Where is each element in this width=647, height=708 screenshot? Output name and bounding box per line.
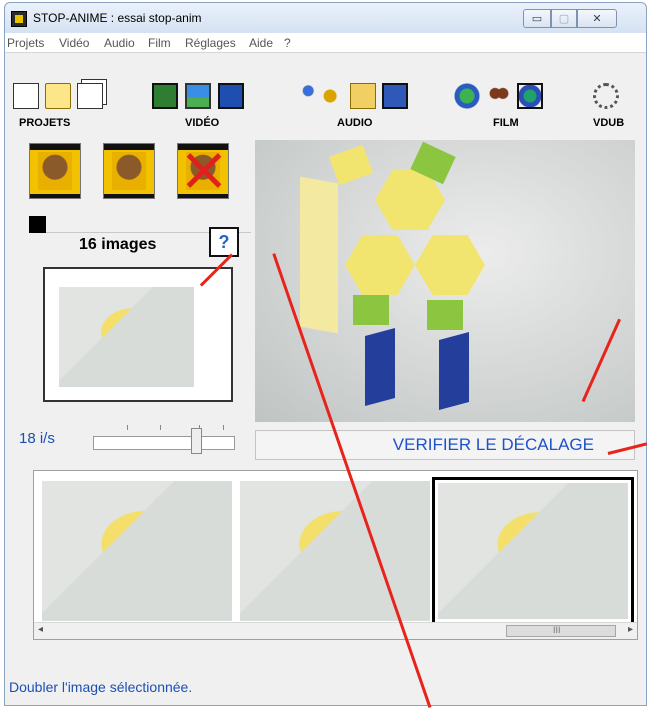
image-count: 16 images [79,236,157,253]
new-doc-icon[interactable] [13,83,39,109]
slider-tick [127,425,128,430]
import-images-button[interactable] [29,143,81,199]
scroll-thumb[interactable]: III [506,625,616,637]
film-frame-icon [38,152,72,190]
preview-thumbnail [59,287,194,387]
gallery-thumbnail[interactable] [42,481,232,621]
color-swatch[interactable] [29,216,46,233]
shape-rhombus-strip [300,176,338,334]
fps-slider-track[interactable] [93,436,235,450]
minimize-button[interactable]: ▭ [523,9,551,28]
gear-icon[interactable] [593,83,619,109]
menu-projets[interactable]: Projets [7,36,44,50]
title-bar: STOP-ANIME : essai stop-anim ▭ ▢ ✕ [5,3,646,33]
scroll-left-icon[interactable]: ◂ [38,624,43,635]
horizontal-scrollbar[interactable]: ◂ III ▸ [34,622,637,639]
toolbar-group-audio: AUDIO [337,117,373,129]
duplicate-image-button[interactable] [103,143,155,199]
close-button[interactable]: ✕ [577,9,617,28]
slider-tick [223,425,224,430]
menu-about[interactable]: ? [284,36,291,50]
gallery-thumbnail-image [438,483,628,619]
speaker-icon[interactable] [321,83,347,109]
sound-panel-icon[interactable] [382,83,408,109]
toolbar: PROJETS VIDÉO AUDIO FILM VDUB [5,53,646,133]
reels-icon[interactable] [486,83,512,109]
selected-preview [43,267,233,402]
toolbar-group-projets: PROJETS [19,117,71,129]
menu-bar: Projets Vidéo Audio Film Réglages Aide ? [5,33,646,53]
app-icon [11,11,27,27]
screen-film-icon[interactable] [218,83,244,109]
menu-audio[interactable]: Audio [104,36,135,50]
shape-tile [353,295,389,325]
globe-film-icon[interactable] [454,83,480,109]
maximize-button[interactable]: ▢ [551,9,577,28]
screen-icon[interactable] [185,83,211,109]
folder-sound-icon[interactable] [350,83,376,109]
fps-label: 18 i/s [19,430,55,447]
main-image-viewer [255,140,635,422]
app-window: STOP-ANIME : essai stop-anim ▭ ▢ ✕ Proje… [4,2,647,706]
menu-video[interactable]: Vidéo [59,36,89,50]
menu-aide[interactable]: Aide [249,36,273,50]
open-folder-icon[interactable] [45,83,71,109]
toolbar-group-film: FILM [493,117,519,129]
menu-film[interactable]: Film [148,36,171,50]
shape-rhombus [365,327,395,407]
shape-hexagon [345,235,415,295]
delete-image-button[interactable] [177,143,229,199]
reel-icon[interactable] [517,83,543,109]
shape-tile [328,144,374,186]
shape-rhombus [439,331,469,411]
window-title: STOP-ANIME : essai stop-anim [33,11,202,25]
help-button[interactable]: ? [209,227,239,257]
status-bar-text: Doubler l'image sélectionnée. [9,679,193,695]
slider-tick [160,425,161,430]
toolbar-group-vdub: VDUB [593,117,625,129]
scroll-grip: III [553,625,561,635]
shape-tile [427,300,463,330]
toolbar-group-video: VIDÉO [185,117,220,129]
shape-hexagon [415,235,485,295]
microphone-icon[interactable] [290,83,316,109]
menu-reglages[interactable]: Réglages [185,36,236,50]
gallery-thumbnail[interactable] [240,481,430,621]
gallery-thumbnail-selected[interactable] [432,477,634,625]
scroll-right-icon[interactable]: ▸ [628,624,633,635]
fps-slider-thumb[interactable] [191,428,202,454]
verify-offset-button[interactable]: VERIFIER LE DÉCALAGE [255,430,635,460]
film-strip-icon[interactable] [152,83,178,109]
copy-pages-icon[interactable] [77,83,103,109]
film-frame-icon [112,152,146,190]
thumbnail-gallery: ◂ III ▸ [33,470,638,640]
